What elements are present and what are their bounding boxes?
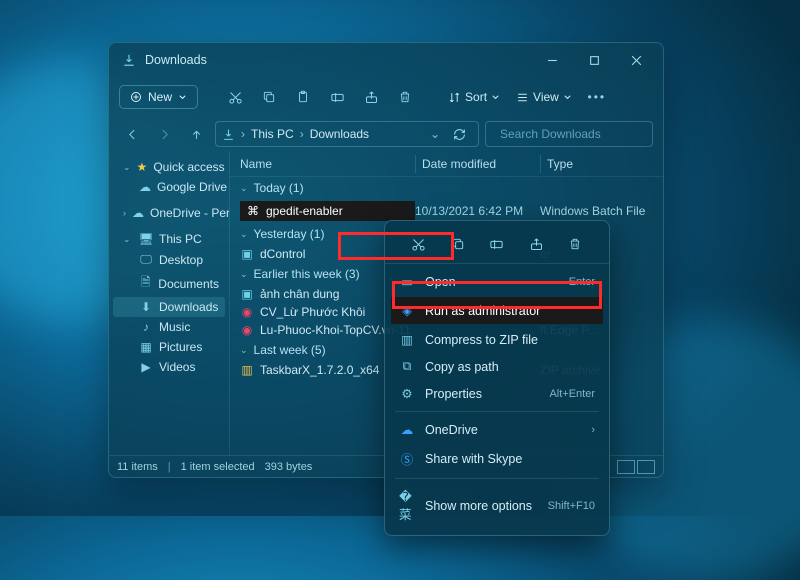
more-icon: �菜	[399, 489, 415, 523]
shield-icon: ◈	[399, 303, 415, 318]
skype-icon: Ⓢ	[399, 449, 415, 468]
downloads-icon	[222, 128, 235, 141]
ctx-properties[interactable]: ⚙ PropertiesAlt+Enter	[385, 380, 609, 407]
rename-icon[interactable]	[486, 233, 508, 255]
share-icon[interactable]	[356, 83, 386, 111]
nav-videos[interactable]: ▶Videos	[113, 357, 225, 377]
pdf-icon: ◉	[240, 305, 254, 319]
maximize-button[interactable]	[573, 45, 615, 75]
folder-icon: ▣	[240, 287, 254, 301]
forward-button[interactable]	[151, 121, 177, 147]
close-button[interactable]	[615, 45, 657, 75]
nav-google-drive[interactable]: ☁Google Drive	[113, 177, 225, 197]
ctx-copy-path[interactable]: ⧉ Copy as path	[385, 353, 609, 380]
search-input[interactable]	[500, 127, 655, 141]
more-icon[interactable]: •••	[582, 83, 612, 111]
breadcrumb-seg[interactable]: This PC	[251, 127, 294, 141]
minimize-button[interactable]	[531, 45, 573, 75]
status-selected: 1 item selected	[181, 461, 255, 473]
nav-onedrive[interactable]: ›☁OneDrive - Perso	[113, 203, 225, 223]
ctx-run-as-admin[interactable]: ◈ Run as administrator	[391, 297, 603, 324]
nav-quick-access[interactable]: ⌄★Quick access	[113, 157, 225, 177]
ctx-open[interactable]: ▭ OpenEnter	[385, 268, 609, 295]
folder-icon: ▣	[240, 247, 254, 261]
paste-icon[interactable]	[288, 83, 318, 111]
nav-music[interactable]: ♪Music	[113, 317, 225, 337]
onedrive-icon: ☁	[399, 422, 415, 437]
nav-desktop[interactable]: 🖵Desktop	[113, 249, 225, 270]
nav-downloads[interactable]: ⬇Downloads	[113, 297, 225, 317]
refresh-button[interactable]	[446, 121, 472, 147]
properties-icon: ⚙	[399, 386, 415, 401]
back-button[interactable]	[119, 121, 145, 147]
nav-this-pc[interactable]: ⌄🖥This PC	[113, 229, 225, 249]
address-bar-row: › This PC › Downloads ⌄	[109, 117, 663, 151]
context-menu: ▭ OpenEnter ◈ Run as administrator ▥ Com…	[384, 220, 610, 536]
ctx-more-options[interactable]: �菜 Show more optionsShift+F10	[385, 483, 609, 529]
pdf-icon: ◉	[240, 323, 254, 337]
toolbar: New Sort View •••	[109, 77, 663, 117]
view-mode-icons[interactable]	[617, 460, 655, 474]
chevron-down-icon[interactable]: ⌄	[430, 127, 440, 141]
up-button[interactable]	[183, 121, 209, 147]
delete-icon[interactable]	[390, 83, 420, 111]
zip-icon: ▥	[240, 363, 254, 377]
copy-icon[interactable]	[447, 233, 469, 255]
cut-icon[interactable]	[408, 233, 430, 255]
col-name[interactable]: Name	[240, 155, 415, 173]
open-icon: ▭	[399, 274, 415, 289]
window-title: Downloads	[145, 53, 531, 67]
downloads-icon	[121, 52, 137, 68]
col-date[interactable]: Date modified	[415, 155, 540, 173]
view-label: View	[533, 90, 559, 104]
ctx-compress[interactable]: ▥ Compress to ZIP file	[385, 326, 609, 353]
address-bar[interactable]: › This PC › Downloads ⌄	[215, 121, 479, 147]
column-headers[interactable]: Name Date modified Type	[230, 151, 663, 177]
cut-icon[interactable]	[220, 83, 250, 111]
ctx-skype[interactable]: Ⓢ Share with Skype	[385, 443, 609, 474]
sort-label: Sort	[465, 90, 487, 104]
sort-button[interactable]: Sort	[442, 86, 506, 108]
ctx-onedrive[interactable]: ☁ OneDrive›	[385, 416, 609, 443]
share-icon[interactable]	[525, 233, 547, 255]
new-button[interactable]: New	[119, 85, 198, 109]
group-header[interactable]: ⌄Today (1)	[230, 177, 663, 199]
zip-icon: ▥	[399, 332, 415, 347]
new-label: New	[148, 90, 172, 104]
status-count: 11 items	[117, 461, 158, 473]
search-box[interactable]	[485, 121, 653, 147]
nav-pane: ⌄★Quick access ☁Google Drive ›☁OneDrive …	[109, 151, 229, 455]
view-button[interactable]: View	[510, 86, 578, 108]
breadcrumb-seg[interactable]: Downloads	[310, 127, 369, 141]
delete-icon[interactable]	[564, 233, 586, 255]
status-size: 393 bytes	[265, 461, 313, 473]
nav-documents[interactable]: 🗎Documents	[113, 270, 225, 297]
titlebar: Downloads	[109, 43, 663, 77]
copy-icon: ⧉	[399, 359, 415, 374]
batch-file-icon: ⌘	[246, 204, 260, 218]
nav-pictures[interactable]: ▦Pictures	[113, 337, 225, 357]
rename-icon[interactable]	[322, 83, 352, 111]
copy-icon[interactable]	[254, 83, 284, 111]
col-type[interactable]: Type	[540, 155, 663, 173]
